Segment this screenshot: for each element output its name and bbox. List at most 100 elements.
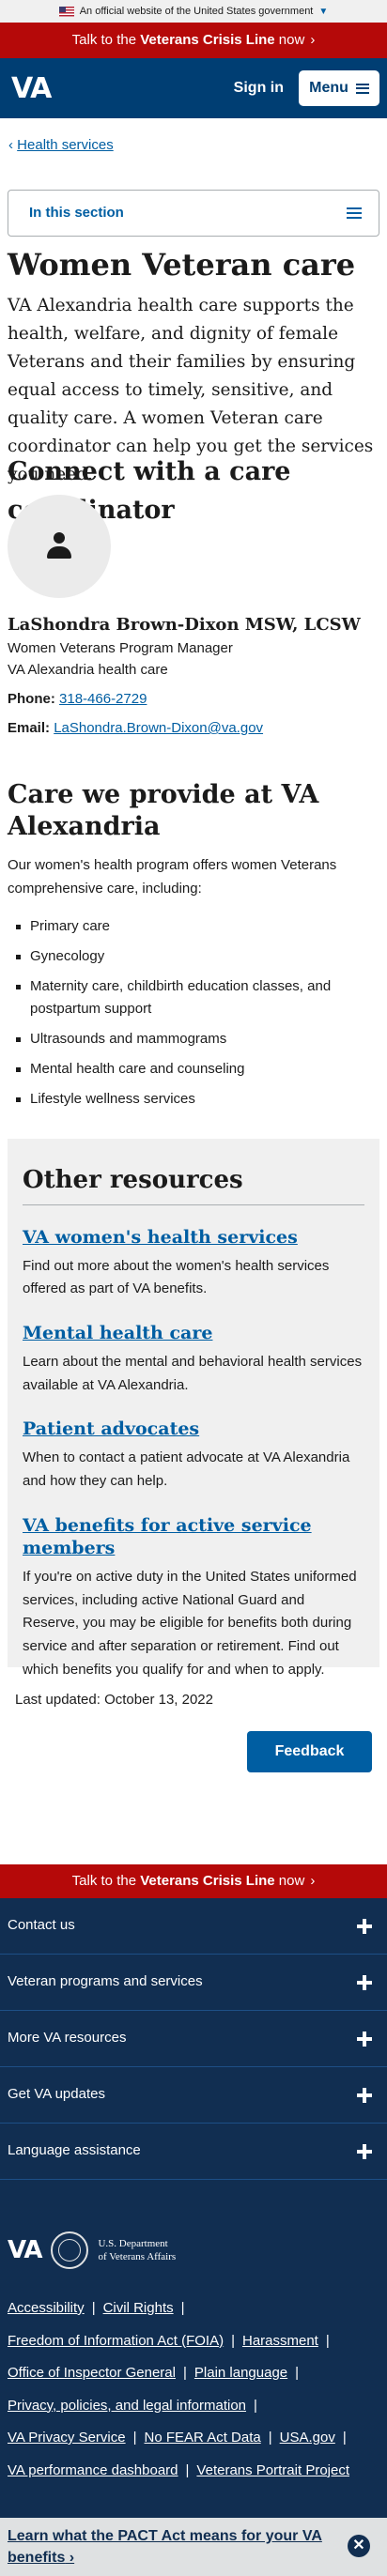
gov-banner-text: An official website of the United States… — [79, 5, 314, 17]
footer-link-privacy-policies[interactable]: Privacy, policies, and legal information — [8, 2398, 246, 2414]
crisis-line-bar[interactable]: Talk to the Veterans Crisis Line now › — [0, 23, 387, 58]
list-item: Lifestyle wellness services — [8, 1088, 379, 1112]
plus-icon — [357, 2143, 372, 2159]
footer-accordion-label: Veteran programs and services — [8, 1973, 203, 1990]
chevron-right-icon: › — [310, 31, 316, 48]
hamburger-icon — [355, 83, 369, 94]
sign-in-link[interactable]: Sign in — [234, 77, 284, 100]
va-seal-icon — [51, 2231, 89, 2269]
plus-icon — [357, 2087, 372, 2103]
plus-icon — [357, 2031, 372, 2047]
resource-link-mental-health[interactable]: Mental health care — [23, 1322, 364, 1345]
crisis-line-pre: Talk to the — [71, 31, 141, 48]
resource-desc: Learn about the mental and behavioral he… — [23, 1353, 363, 1393]
footer-link-privacy-service[interactable]: VA Privacy Service — [8, 2430, 126, 2446]
footer-accordion-programs[interactable]: Veteran programs and services — [0, 1955, 387, 2011]
coordinator-email: Email: LaShondra.Brown-Dixon@va.gov — [8, 718, 263, 740]
last-updated: Last updated: October 13, 2022 — [15, 1692, 213, 1708]
coordinator-org: VA Alexandria health care — [8, 662, 168, 678]
footer-accordion-contact-us[interactable]: Contact us — [0, 1898, 387, 1955]
footer-logo[interactable]: VA U.S. Department of Veterans Affairs — [8, 2231, 176, 2269]
footer-link-harassment[interactable]: Harassment — [242, 2333, 318, 2349]
breadcrumb-health-services-link[interactable]: Health services — [17, 137, 114, 153]
footer-link-usa-gov[interactable]: USA.gov — [280, 2430, 335, 2446]
footer-links: Accessibility | Civil Rights | Freedom of I… — [8, 2300, 349, 2478]
footer-accordion-label: Language assistance — [8, 2142, 141, 2159]
chevron-down-icon: ▼ — [318, 6, 329, 17]
footer-link-civil-rights[interactable]: Civil Rights — [103, 2300, 174, 2316]
dept-line-1: U.S. Department — [98, 2237, 168, 2249]
email-label: Email: — [8, 720, 51, 736]
menu-label: Menu — [309, 80, 348, 96]
resource-link-patient-advocates[interactable]: Patient advocates — [23, 1418, 364, 1441]
official-gov-banner[interactable]: An official website of the United States… — [0, 0, 387, 23]
care-intro: Our women's health program offers women … — [8, 857, 337, 897]
crisis-line-post: now — [274, 31, 305, 48]
resource-desc: When to contact a patient advocate at VA… — [23, 1449, 350, 1489]
resource-item: VA benefits for active service members I… — [23, 1514, 364, 1682]
footer-link-accessibility[interactable]: Accessibility — [8, 2300, 85, 2316]
list-item: Maternity care, childbirth education cla… — [8, 975, 379, 1022]
footer-accordion-language[interactable]: Language assistance — [0, 2124, 387, 2180]
resource-desc: Find out more about the women's health s… — [23, 1257, 330, 1297]
in-this-section-label: In this section — [29, 204, 124, 221]
chevron-right-icon: › — [310, 1872, 316, 1889]
avatar — [8, 495, 111, 598]
care-list: Primary care Gynecology Maternity care, … — [8, 915, 379, 1117]
resource-item: VA women's health services Find out more… — [23, 1226, 364, 1301]
va-logo[interactable]: VA — [11, 68, 52, 110]
plus-icon — [357, 1918, 372, 1934]
breadcrumb: ‹ Health services — [8, 135, 114, 157]
footer-accordion-label: More VA resources — [8, 2030, 127, 2047]
pact-act-banner: Learn what the PACT Act means for your V… — [0, 2518, 387, 2576]
footer-link-foia[interactable]: Freedom of Information Act (FOIA) — [8, 2333, 224, 2349]
crisis-line-post: now — [274, 1872, 305, 1889]
plus-icon — [357, 1974, 372, 1990]
resource-item: Patient advocates When to contact a pati… — [23, 1418, 364, 1493]
list-item: Primary care — [8, 915, 379, 939]
coordinator-title: Women Veterans Program Manager — [8, 640, 233, 656]
footer-accordion-updates[interactable]: Get VA updates — [0, 2067, 387, 2124]
person-icon — [45, 532, 73, 560]
pact-act-link[interactable]: Learn what the PACT Act means for your V… — [8, 2525, 327, 2568]
resource-link-womens-health[interactable]: VA women's health services — [23, 1226, 364, 1250]
footer-accordion-resources[interactable]: More VA resources — [0, 2011, 387, 2067]
in-this-section-toggle[interactable]: In this section — [8, 190, 379, 237]
feedback-button[interactable]: Feedback — [247, 1731, 372, 1772]
footer-link-no-fear[interactable]: No FEAR Act Data — [145, 2430, 261, 2446]
footer-link-plain-language[interactable]: Plain language — [194, 2365, 287, 2381]
list-item: Ultrasounds and mammograms — [8, 1028, 379, 1051]
close-icon[interactable]: ✕ — [348, 2535, 370, 2557]
menu-button[interactable]: Menu — [299, 70, 379, 106]
resource-desc: If you're on active duty in the United S… — [23, 1568, 357, 1678]
email-link[interactable]: LaShondra.Brown-Dixon@va.gov — [54, 720, 263, 736]
resource-item: Mental health care Learn about the menta… — [23, 1322, 364, 1397]
care-heading: Care we provide at VA Alexandria — [8, 780, 319, 841]
footer-link-performance[interactable]: VA performance dashboard — [8, 2462, 178, 2478]
crisis-line-pre: Talk to the — [71, 1872, 141, 1889]
phone-label: Phone: — [8, 691, 55, 707]
dept-name: U.S. Department of Veterans Affairs — [98, 2237, 176, 2264]
list-item: Mental health care and counseling — [8, 1058, 379, 1081]
footer-link-portrait-project[interactable]: Veterans Portrait Project — [196, 2462, 349, 2478]
chevron-left-icon: ‹ — [8, 137, 18, 153]
coordinator-name: LaShondra Brown-Dixon MSW, LCSW — [8, 615, 361, 635]
other-resources: Other resources VA women's health servic… — [8, 1139, 379, 1678]
footer-link-oig[interactable]: Office of Inspector General — [8, 2365, 176, 2381]
footer-accordion-label: Contact us — [8, 1917, 75, 1934]
crisis-line-strong: Veterans Crisis Line — [140, 31, 275, 48]
crisis-line-strong: Veterans Crisis Line — [140, 1872, 275, 1889]
us-flag-icon — [58, 6, 74, 17]
site-footer: Contact us Veteran programs and services… — [0, 1898, 387, 2576]
resource-link-active-service[interactable]: VA benefits for active service members — [23, 1514, 364, 1560]
site-header: VA Sign in Menu — [0, 58, 387, 118]
page-title: Women Veteran care — [8, 247, 356, 283]
footer-accordion-label: Get VA updates — [8, 2086, 105, 2103]
coordinator-phone: Phone: 318-466-2729 — [8, 689, 147, 711]
hamburger-icon — [347, 207, 362, 219]
phone-link[interactable]: 318-466-2729 — [59, 691, 147, 707]
footer-crisis-line-bar[interactable]: Talk to the Veterans Crisis Line now › — [0, 1864, 387, 1898]
list-item: Gynecology — [8, 945, 379, 969]
footer-va-logo: VA — [8, 2235, 42, 2264]
other-resources-heading: Other resources — [23, 1162, 364, 1205]
